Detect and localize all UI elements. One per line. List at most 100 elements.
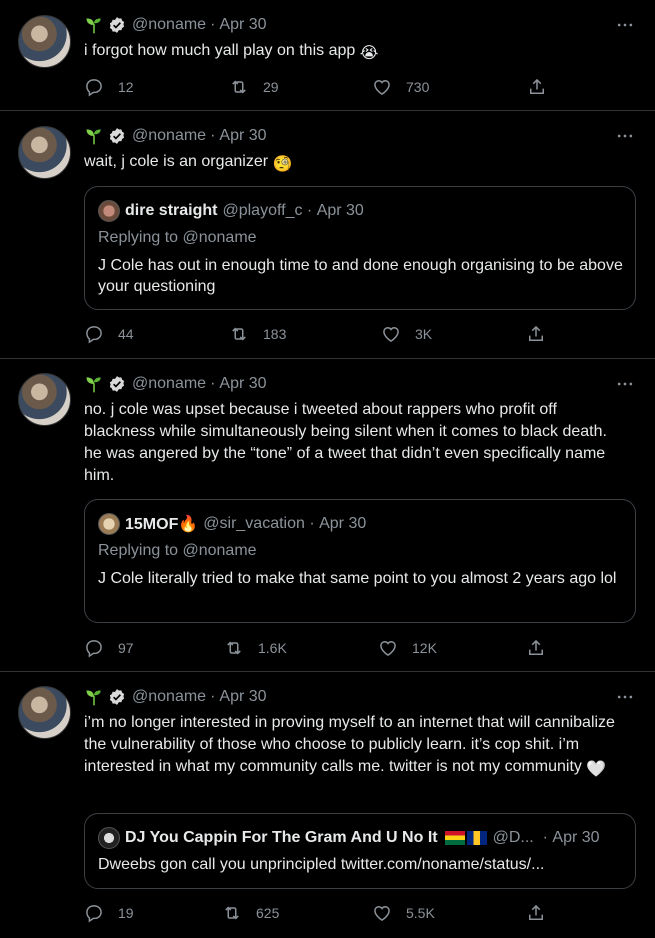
action-bar: 19 625 5.5K xyxy=(84,902,554,924)
quoted-name: dire straight xyxy=(125,202,218,219)
separator-dot: · xyxy=(304,515,320,532)
tweet[interactable]: @noname · Apr 30 wait, j cole is an orga… xyxy=(0,111,655,359)
retweet-count: 183 xyxy=(263,326,287,342)
quoted-avatar xyxy=(98,513,120,535)
like-count: 730 xyxy=(406,79,430,95)
share-button[interactable] xyxy=(527,76,561,98)
avatar[interactable] xyxy=(18,686,71,739)
like-button[interactable]: 730 xyxy=(372,76,429,98)
tweet[interactable]: @noname · Apr 30 i forgot how much yall … xyxy=(0,0,655,111)
separator-dot: · xyxy=(210,688,216,705)
like-icon xyxy=(372,903,392,923)
reply-button[interactable]: 44 xyxy=(84,323,134,345)
retweet-count: 625 xyxy=(256,905,280,921)
retweet-button[interactable]: 1.6K xyxy=(224,637,287,659)
tweet[interactable]: @noname · Apr 30 no. j cole was upset be… xyxy=(0,359,655,672)
like-button[interactable]: 5.5K xyxy=(372,902,435,924)
avatar[interactable] xyxy=(18,373,71,426)
quoted-tweet[interactable]: dire straight @playoff_c · Apr 30 Replyi… xyxy=(84,186,636,310)
ghana-flag-icon xyxy=(444,831,465,845)
like-button[interactable]: 3K xyxy=(381,323,432,345)
reply-button[interactable]: 97 xyxy=(84,637,134,659)
emoji: 🧐 xyxy=(272,156,293,173)
share-icon xyxy=(526,324,546,344)
like-icon xyxy=(381,324,401,344)
like-count: 5.5K xyxy=(406,905,435,921)
timestamp[interactable]: Apr 30 xyxy=(219,375,266,393)
avatar[interactable] xyxy=(18,15,71,68)
more-icon[interactable] xyxy=(615,687,635,707)
emoji: 😭 xyxy=(359,45,379,62)
action-bar: 12 29 730 xyxy=(84,76,554,98)
sprout-icon xyxy=(84,374,104,394)
tweet-header: @noname · Apr 30 xyxy=(84,373,267,395)
tweet-text: wait, j cole is an organizer 🧐 xyxy=(84,151,629,176)
quoted-tweet-header: dire straight @playoff_c · Apr 30 xyxy=(98,200,364,222)
tweet-text: no. j cole was upset because i tweeted a… xyxy=(84,401,607,484)
tweet-text: i’m no longer interested in proving myse… xyxy=(84,712,629,781)
tweet-text-body: i forgot how much yall play on this app xyxy=(84,42,356,59)
separator-dot: · xyxy=(302,202,317,219)
share-icon xyxy=(527,77,547,97)
quoted-text: J Cole literally tried to make that same… xyxy=(98,570,617,587)
reply-count: 44 xyxy=(118,326,134,342)
reply-icon xyxy=(84,77,104,97)
quoted-name: DJ You Cappin For The Gram And U No It xyxy=(125,829,438,846)
replying-to: Replying to @noname xyxy=(98,542,257,559)
tweet-header: @noname · Apr 30 xyxy=(84,14,267,36)
sprout-icon xyxy=(84,126,104,146)
quoted-text: Dweebs gon call you unprincipled twitter… xyxy=(98,856,545,873)
reply-button[interactable]: 12 xyxy=(84,76,134,98)
quoted-tweet[interactable]: 15MOF🔥 @sir_vacation · Apr 30 Replying t… xyxy=(84,499,636,623)
reply-icon xyxy=(84,903,104,923)
retweet-button[interactable]: 625 xyxy=(222,902,279,924)
retweet-icon xyxy=(222,903,242,923)
retweet-count: 29 xyxy=(263,79,279,95)
avatar[interactable] xyxy=(18,126,71,179)
reply-icon xyxy=(84,324,104,344)
retweet-button[interactable]: 29 xyxy=(229,76,279,98)
quoted-text: J Cole has out in enough time to and don… xyxy=(98,257,623,295)
tweet[interactable]: @noname · Apr 30 i’m no longer intereste… xyxy=(0,672,655,938)
verified-badge-icon xyxy=(108,688,126,706)
handle[interactable]: @noname xyxy=(132,375,206,393)
reply-button[interactable]: 19 xyxy=(84,902,134,924)
fire-emoji: 🔥 xyxy=(178,516,199,533)
quoted-tweet-header: 15MOF🔥 @sir_vacation · Apr 30 xyxy=(98,513,366,535)
reply-count: 97 xyxy=(118,640,134,656)
more-icon[interactable] xyxy=(615,126,635,146)
retweet-count: 1.6K xyxy=(258,640,287,656)
sprout-icon xyxy=(84,15,104,35)
more-icon[interactable] xyxy=(615,15,635,35)
like-icon xyxy=(372,77,392,97)
quoted-handle: @playoff_c xyxy=(222,202,303,219)
share-button[interactable] xyxy=(526,637,560,659)
handle[interactable]: @noname xyxy=(132,688,206,706)
handle[interactable]: @noname xyxy=(132,16,206,34)
share-icon xyxy=(526,638,546,658)
quoted-timestamp: Apr 30 xyxy=(319,515,367,532)
quoted-handle: @D... xyxy=(492,829,534,846)
timestamp[interactable]: Apr 30 xyxy=(219,127,266,145)
like-button[interactable]: 12K xyxy=(378,637,437,659)
verified-badge-icon xyxy=(108,127,126,145)
action-bar: 97 1.6K 12K xyxy=(84,637,554,659)
action-bar: 44 183 3K xyxy=(84,323,554,345)
emoji: 🤍 xyxy=(586,761,607,778)
retweet-button[interactable]: 183 xyxy=(229,323,286,345)
handle[interactable]: @noname xyxy=(132,127,206,145)
quoted-name: 15MOF🔥 xyxy=(125,514,198,534)
share-icon xyxy=(526,903,546,923)
more-icon[interactable] xyxy=(615,374,635,394)
tweet-text-body: wait, j cole is an organizer xyxy=(84,153,269,170)
share-button[interactable] xyxy=(526,323,560,345)
barbados-flag-icon xyxy=(466,831,487,845)
like-icon xyxy=(378,638,398,658)
quoted-tweet[interactable]: DJ You Cappin For The Gram And U No It @… xyxy=(84,813,636,889)
share-button[interactable] xyxy=(526,902,560,924)
timestamp[interactable]: Apr 30 xyxy=(219,16,266,34)
quoted-timestamp: Apr 30 xyxy=(316,202,364,219)
timestamp[interactable]: Apr 30 xyxy=(219,688,266,706)
verified-badge-icon xyxy=(108,375,126,393)
tweet-text: i forgot how much yall play on this app … xyxy=(84,40,629,65)
